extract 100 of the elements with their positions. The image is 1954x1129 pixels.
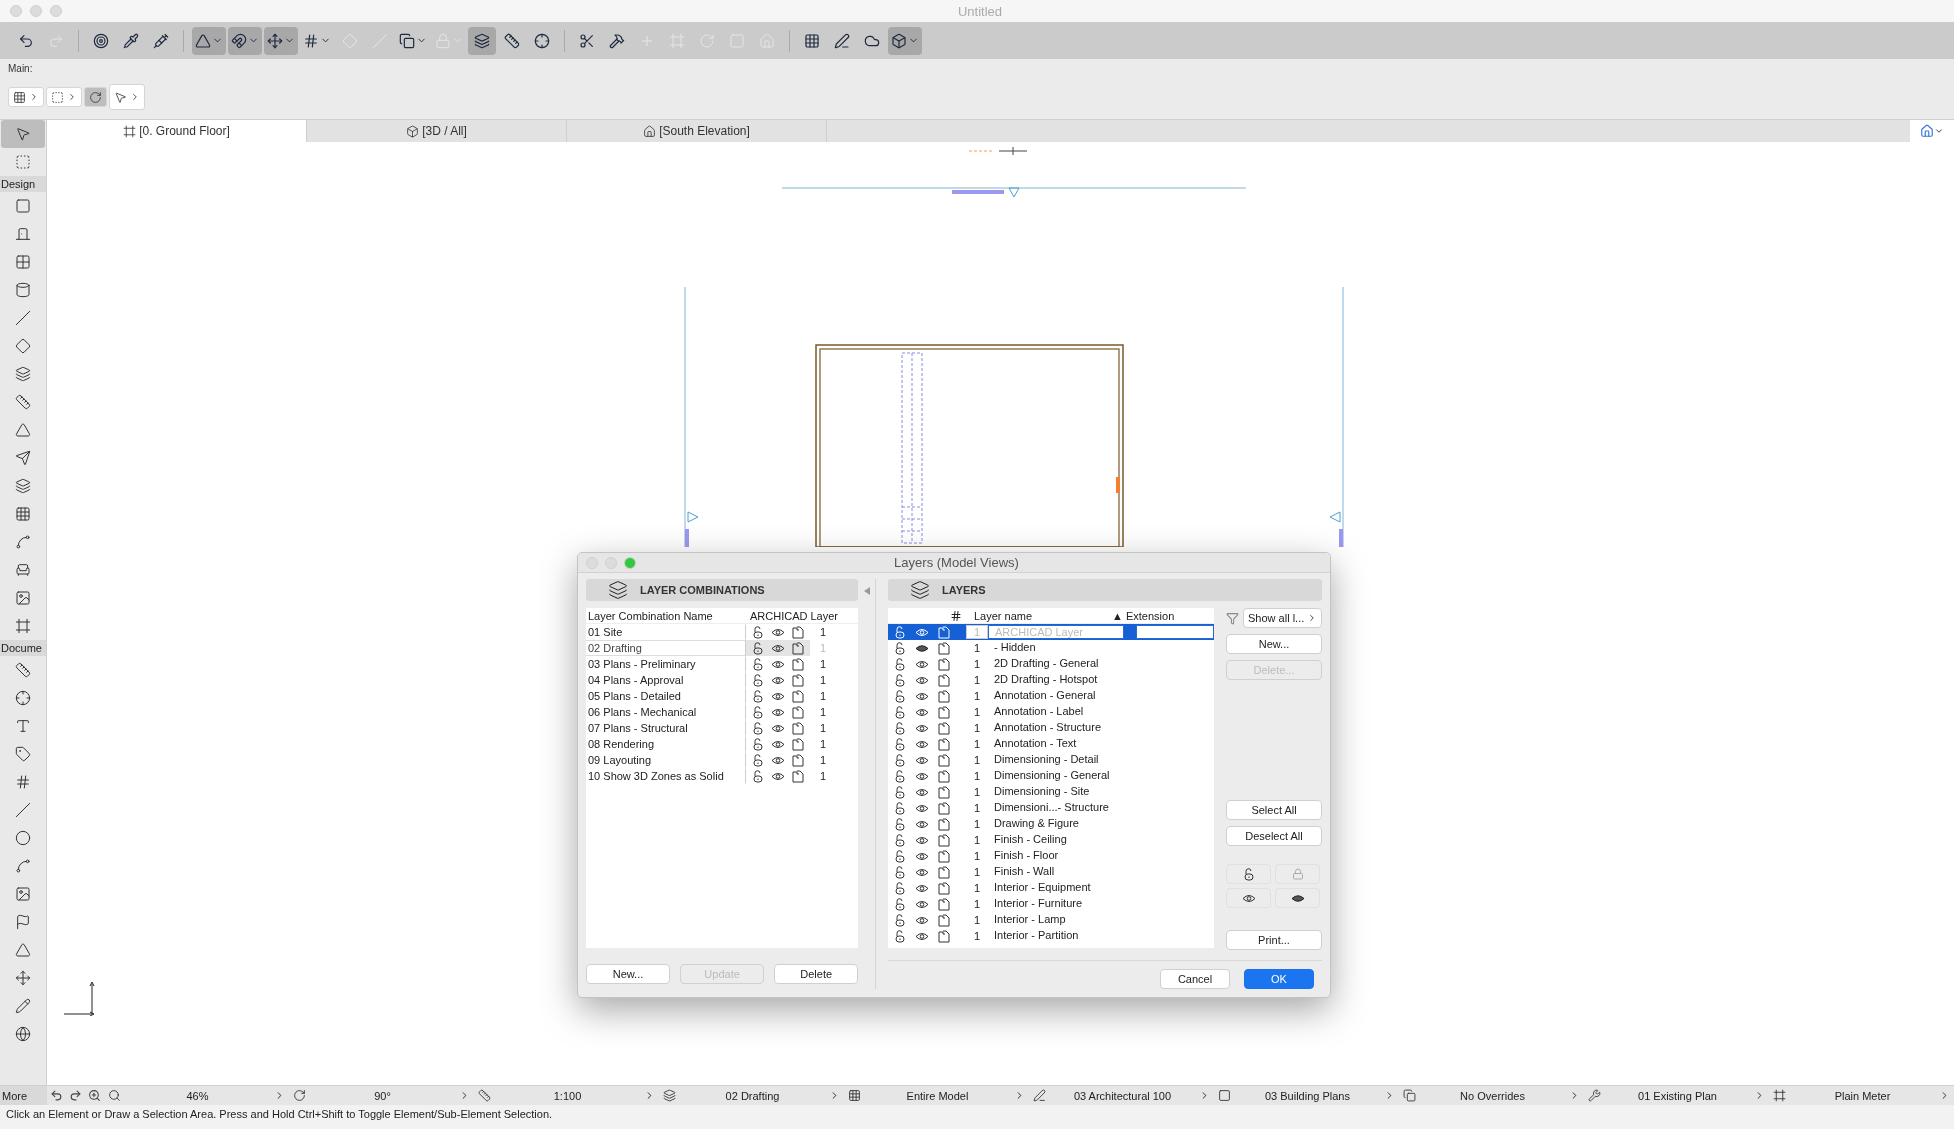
- layer-row[interactable]: 1 Dimensioning - Detail: [888, 752, 1214, 768]
- dialog-button[interactable]: Deselect All: [1226, 826, 1322, 846]
- eye-icon[interactable]: [915, 787, 929, 797]
- eye-icon[interactable]: [915, 707, 929, 717]
- status-selector[interactable]: 02 Drafting: [659, 1089, 844, 1102]
- eye-icon[interactable]: [915, 883, 929, 893]
- eye-icon[interactable]: [771, 691, 785, 701]
- folded-page-icon[interactable]: [938, 801, 950, 815]
- folded-page-icon[interactable]: [938, 913, 950, 927]
- eye-icon[interactable]: [915, 851, 929, 861]
- eye-icon[interactable]: [915, 771, 929, 781]
- eye-icon[interactable]: [915, 899, 929, 909]
- eye-icon[interactable]: [771, 675, 785, 685]
- eye-icon[interactable]: [915, 739, 929, 749]
- folded-page-icon[interactable]: [938, 881, 950, 895]
- folded-page-icon[interactable]: [938, 721, 950, 735]
- status-selector[interactable]: 03 Building Plans: [1214, 1089, 1399, 1102]
- padlock-icon[interactable]: [894, 705, 906, 719]
- status-selector[interactable]: 46%: [104, 1089, 289, 1102]
- folded-page-icon[interactable]: [792, 705, 804, 719]
- toolbar-button[interactable]: [84, 87, 107, 107]
- padlock-icon[interactable]: [894, 817, 906, 831]
- layer-row[interactable]: 1 Annotation - Text: [888, 736, 1214, 752]
- combination-row[interactable]: 06 Plans - Mechanical 1: [586, 704, 859, 720]
- folded-page-icon[interactable]: [792, 625, 804, 639]
- toolbar-button[interactable]: [8, 87, 44, 107]
- padlock-icon[interactable]: [752, 753, 764, 767]
- eye-icon[interactable]: [915, 691, 929, 701]
- folded-page-icon[interactable]: [792, 673, 804, 687]
- layer-row[interactable]: 1 Dimensioning - General: [888, 768, 1214, 784]
- eye-icon[interactable]: [1241, 893, 1256, 903]
- padlock-icon[interactable]: [894, 897, 906, 911]
- layer-row[interactable]: 1 Interior - Partition: [888, 928, 1214, 944]
- more-button[interactable]: More: [0, 1086, 47, 1105]
- padlock-icon[interactable]: [752, 641, 764, 655]
- print-button[interactable]: Print...: [1226, 930, 1322, 950]
- view-map-button[interactable]: [1910, 120, 1954, 142]
- folded-page-icon[interactable]: [792, 721, 804, 735]
- folded-page-icon[interactable]: [938, 865, 950, 879]
- toolbar-button[interactable]: [468, 26, 496, 55]
- padlock-icon[interactable]: [894, 833, 906, 847]
- view-tab[interactable]: [0. Ground Floor]: [47, 120, 307, 142]
- toolbar-button[interactable]: [888, 26, 922, 55]
- dialog-button[interactable]: Delete: [774, 964, 859, 984]
- folded-page-icon[interactable]: [938, 897, 950, 911]
- padlock-icon[interactable]: [894, 737, 906, 751]
- layer-row[interactable]: 1 Annotation - Label: [888, 704, 1214, 720]
- folded-page-icon[interactable]: [938, 817, 950, 831]
- eye-icon[interactable]: [915, 931, 929, 941]
- folded-page-icon[interactable]: [792, 657, 804, 671]
- toolbar-button[interactable]: [228, 26, 262, 55]
- eye-icon[interactable]: [915, 915, 929, 925]
- folded-page-icon[interactable]: [938, 737, 950, 751]
- layer-row[interactable]: 1 Interior - Furniture: [888, 896, 1214, 912]
- status-selector[interactable]: 01 Existing Plan: [1584, 1089, 1769, 1102]
- folded-page-icon[interactable]: [938, 785, 950, 799]
- padlock-icon[interactable]: [894, 881, 906, 895]
- folded-page-icon[interactable]: [938, 689, 950, 703]
- combination-row[interactable]: 02 Drafting 1: [586, 640, 859, 656]
- hide-all-button[interactable]: [1275, 888, 1320, 908]
- combination-row[interactable]: 09 Layouting 1: [586, 752, 859, 768]
- padlock-icon[interactable]: [752, 625, 764, 639]
- layer-row[interactable]: 1 Finish - Ceiling: [888, 832, 1214, 848]
- dialog-button[interactable]: New...: [1226, 634, 1322, 654]
- padlock-icon[interactable]: [894, 865, 906, 879]
- eye-icon[interactable]: [771, 755, 785, 765]
- eye-icon[interactable]: [915, 723, 929, 733]
- padlock-icon[interactable]: [752, 721, 764, 735]
- padlock-icon[interactable]: [752, 769, 764, 783]
- folded-page-icon[interactable]: [938, 769, 950, 783]
- layer-row[interactable]: 1 Dimensioni...- Structure: [888, 800, 1214, 816]
- status-selector[interactable]: 90°: [289, 1089, 474, 1102]
- status-selector[interactable]: No Overrides: [1399, 1089, 1584, 1102]
- folded-page-icon[interactable]: [792, 737, 804, 751]
- folded-page-icon[interactable]: [938, 705, 950, 719]
- padlock-icon[interactable]: [752, 673, 764, 687]
- combination-row[interactable]: 10 Show 3D Zones as Solid 1: [586, 768, 859, 784]
- closed-eye-icon[interactable]: [1290, 893, 1305, 903]
- padlock-icon[interactable]: [894, 673, 906, 687]
- unlock-all-button[interactable]: [1226, 864, 1271, 884]
- combination-row[interactable]: 05 Plans - Detailed 1: [586, 688, 859, 704]
- folded-page-icon[interactable]: [792, 689, 804, 703]
- layer-row[interactable]: 1 Interior - Lamp: [888, 912, 1214, 928]
- layer-row[interactable]: 1 Annotation - General: [888, 688, 1214, 704]
- toolbar-button[interactable]: [192, 26, 226, 55]
- combination-row[interactable]: 03 Plans - Preliminary 1: [586, 656, 859, 672]
- eye-icon[interactable]: [915, 803, 929, 813]
- padlock-icon[interactable]: [894, 785, 906, 799]
- eye-icon[interactable]: [915, 835, 929, 845]
- padlock-icon[interactable]: [752, 737, 764, 751]
- combination-row[interactable]: 08 Rendering 1: [586, 736, 859, 752]
- filter-dropdown[interactable]: Show all l...: [1243, 608, 1322, 628]
- padlock-icon[interactable]: [752, 657, 764, 671]
- folded-page-icon[interactable]: [792, 753, 804, 767]
- layer-row[interactable]: 1 Finish - Wall: [888, 864, 1214, 880]
- layer-row[interactable]: 1 Dimensioning - Site: [888, 784, 1214, 800]
- padlock-icon[interactable]: [894, 657, 906, 671]
- padlock-icon[interactable]: [894, 625, 906, 639]
- eye-icon[interactable]: [915, 755, 929, 765]
- dialog-button[interactable]: Cancel: [1160, 969, 1230, 989]
